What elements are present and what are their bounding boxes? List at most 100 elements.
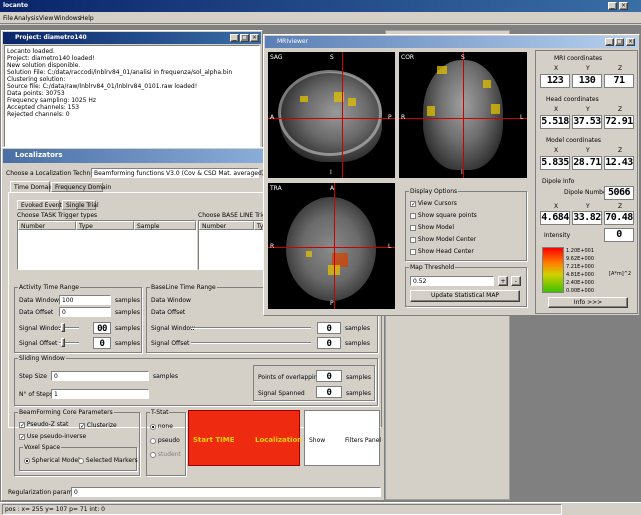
checkbox-checked[interactable]: ✓ <box>410 200 416 207</box>
show-square-checkbox[interactable]: Show square points <box>410 212 477 219</box>
model-coord-title: Model coordinates <box>546 137 602 144</box>
checkbox[interactable] <box>410 224 416 231</box>
info-button[interactable]: Info >>> <box>548 297 628 308</box>
project-close-button[interactable]: × <box>250 34 259 42</box>
start-localization-button[interactable]: Start TIME Localization <box>188 410 302 466</box>
viewer-title-bar: MRIviewer _ □ × <box>265 36 638 48</box>
task-trigger-label: Choose TASK Trigger types <box>17 212 98 219</box>
cor-l: L <box>520 114 524 121</box>
app-title-bar: locanto _ × <box>0 0 641 12</box>
data-window-input[interactable]: 100 <box>59 295 111 305</box>
viewer-close-button[interactable]: × <box>626 38 635 46</box>
show-model-checkbox[interactable]: Show Model <box>410 224 454 231</box>
menu-help[interactable]: Help <box>80 15 94 22</box>
cursor-h <box>268 247 395 248</box>
menu-windows[interactable]: Windows <box>54 15 81 22</box>
task-trigger-table[interactable]: Number Type Sample <box>17 220 197 270</box>
checkbox[interactable] <box>410 236 416 243</box>
viewer-min-button[interactable]: _ <box>605 38 614 46</box>
activation-blob <box>483 80 491 88</box>
cor-s: S <box>461 54 465 61</box>
log-line: Frequency sampling: 1025 Hz <box>7 97 97 104</box>
tab-time-domain[interactable]: Time Domain <box>10 181 54 192</box>
dipole-number-label: Dipole Number <box>564 189 610 196</box>
filters-panel-button[interactable]: Show Filters Panel <box>304 410 381 466</box>
bl-signal-offset-slider[interactable] <box>191 342 311 344</box>
menu-view[interactable]: View <box>39 15 53 22</box>
tstat-student-radio[interactable]: student <box>150 451 181 458</box>
nsteps-label: N° of Steps <box>19 391 53 398</box>
tstat-none-radio[interactable]: none <box>150 423 173 430</box>
threshold-plus-button[interactable]: + <box>498 276 508 286</box>
cursor-v <box>334 183 335 309</box>
checkbox-checked[interactable]: ✓ <box>19 421 25 428</box>
bl-signal-window-label: Signal Window <box>151 325 195 332</box>
pseudoz-checkbox[interactable]: ✓ Pseudo-Z stat <box>19 421 68 428</box>
baseline-trigger-table[interactable]: Number Ty <box>198 220 268 270</box>
pseudoinv-checkbox[interactable]: ✓ Use pseudo-inverse <box>19 433 86 440</box>
signal-offset-value: 0 <box>93 337 111 349</box>
col-number[interactable]: Number <box>18 221 76 230</box>
bl-data-window-label: Data Window <box>151 297 191 304</box>
project-max-button[interactable]: □ <box>240 34 249 42</box>
project-log[interactable]: Locanto loaded. Project: diametro140 loa… <box>4 45 260 147</box>
subtab-evoked-events[interactable]: Evoked Events <box>17 200 65 210</box>
app-minimize-button[interactable]: _ <box>608 2 617 10</box>
mri-x-value: 123 <box>540 74 570 88</box>
nsteps-input[interactable]: 1 <box>51 389 149 399</box>
map-threshold-group: Map Threshold 0.52 + - Update Statistica… <box>405 264 527 307</box>
signal-offset-thumb[interactable] <box>61 338 65 347</box>
update-map-button[interactable]: Update Statistical MAP <box>410 290 520 302</box>
radio-selected[interactable] <box>24 457 30 464</box>
spherical-radio[interactable]: Spherical Model <box>24 457 80 464</box>
menu-file[interactable]: File <box>3 15 13 22</box>
bl-signal-window-slider[interactable] <box>191 327 311 329</box>
radio[interactable] <box>150 451 156 458</box>
regularization-input[interactable]: 0 <box>71 487 381 497</box>
project-min-button[interactable]: _ <box>230 34 239 42</box>
checkbox-checked[interactable]: ✓ <box>79 422 85 429</box>
clusterize-checkbox[interactable]: ✓ Clusterize <box>79 422 117 429</box>
sagittal-view[interactable]: SAG S A P I <box>268 52 395 178</box>
threshold-input[interactable]: 0.52 <box>410 276 494 286</box>
app-close-button[interactable]: × <box>619 2 628 10</box>
show-model-center-checkbox[interactable]: Show Model Center <box>410 236 476 243</box>
show-head-center-checkbox[interactable]: Show Head Center <box>410 248 474 255</box>
coronal-view[interactable]: COR S R L I <box>399 52 527 178</box>
axis-y-label: Y <box>586 147 590 154</box>
signal-window-thumb[interactable] <box>61 323 65 332</box>
viewer-max-button[interactable]: □ <box>615 38 624 46</box>
axis-y-label: Y <box>586 106 590 113</box>
checkbox-checked[interactable]: ✓ <box>19 433 25 440</box>
sag-p: P <box>388 114 392 121</box>
radio-selected[interactable] <box>150 423 156 430</box>
subtab-single-trial[interactable]: Single Trial <box>62 200 99 210</box>
tab-frequency-domain[interactable]: Frequency Domain <box>51 182 111 192</box>
beam-title: BeamForming Core Parameters <box>18 409 114 416</box>
cursor-v <box>342 52 343 178</box>
checkbox[interactable] <box>410 248 416 255</box>
technique-select[interactable]: Beamforming functions V3.0 (Cov & CSD Ma… <box>91 168 264 178</box>
intensity-label: Intensity <box>544 232 571 239</box>
checkbox[interactable] <box>410 212 416 219</box>
threshold-minus-button[interactable]: - <box>511 276 521 286</box>
transverse-view[interactable]: TRA A R L P <box>268 183 395 309</box>
col-number[interactable]: Number <box>199 221 254 230</box>
menu-analysis[interactable]: Analysis <box>14 15 39 22</box>
col-sample[interactable]: Sample <box>134 221 196 230</box>
head-z-value: 72.91 <box>604 115 634 129</box>
model-z-value: 12.43 <box>604 156 634 170</box>
log-line: Solution File: C:/data/raccodi/lnblrv84_… <box>7 69 233 76</box>
pseudo-label: pseudo <box>157 437 180 444</box>
col-type[interactable]: Type <box>76 221 134 230</box>
view-cursors-checkbox[interactable]: ✓ View Cursors <box>410 200 457 207</box>
radio[interactable] <box>78 457 84 464</box>
step-size-input[interactable]: 0 <box>51 371 149 381</box>
sagittal-skull <box>278 70 382 156</box>
tstat-pseudo-radio[interactable]: pseudo <box>150 437 180 444</box>
activation-blob <box>491 104 500 114</box>
axis-z-label: Z <box>618 203 623 210</box>
selected-markers-radio[interactable]: Selected Markers <box>78 457 138 464</box>
radio[interactable] <box>150 437 156 444</box>
data-offset-input[interactable]: 0 <box>59 307 111 317</box>
